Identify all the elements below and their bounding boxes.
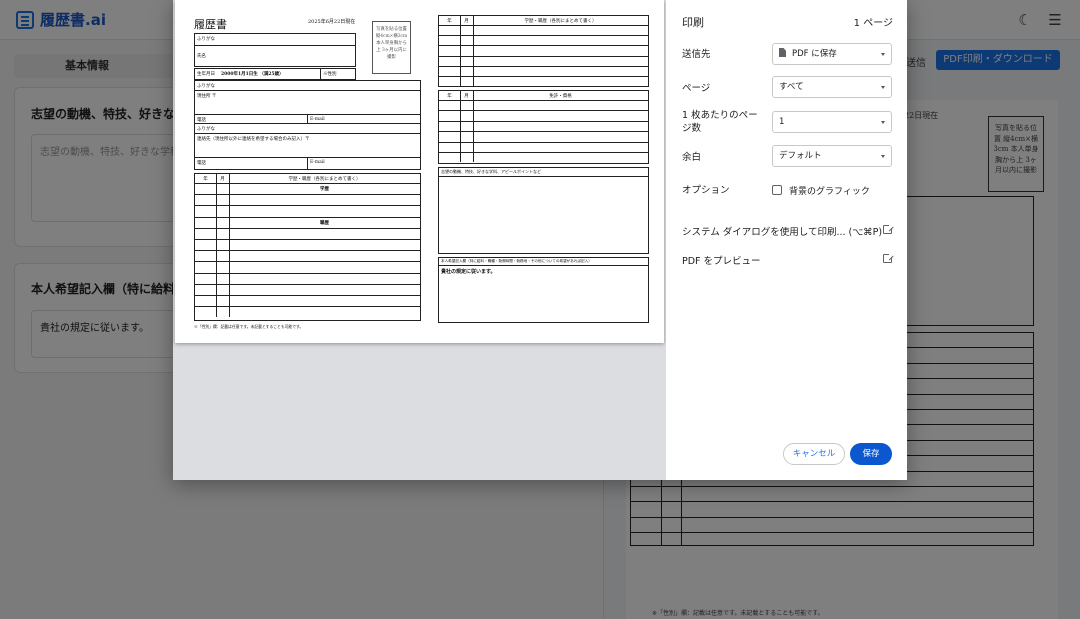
print-preview-area[interactable]: 履歴書 2025年6月22日現在 写真を貼る位置 縦4cm×横3cm 本人単身胸… (173, 0, 666, 480)
col-history-right: 学歴・職歴（各別にまとめて書く） (524, 18, 597, 24)
print-dialog: 履歴書 2025年6月22日現在 写真を貼る位置 縦4cm×横3cm 本人単身胸… (173, 0, 907, 480)
motivation-box: 志望の動機、特技、好きな学科、アピールポイントなど (438, 167, 649, 254)
pages-value: すべて (779, 82, 804, 92)
print-settings-panel: 印刷 1 ページ 送信先 PDF に保存 ページ すべて 1 枚あたりのページ数… (666, 0, 907, 480)
save-button[interactable]: 保存 (850, 443, 892, 465)
margins-select[interactable]: デフォルト (772, 145, 892, 167)
pdf-preview-text: PDF をプレビュー (682, 256, 761, 267)
margins-label: 余白 (682, 152, 702, 163)
photo-placeholder: 写真を貼る位置 縦4cm×横3cm 本人単身胸から上 3ヶ月以内に撮影 (372, 21, 411, 74)
gender-note: ※「性別」欄：記載は任意です。未記載とすることも可能です。 (194, 324, 304, 329)
open-external-icon (883, 253, 893, 263)
background-graphics-label[interactable]: 背景のグラフィック (789, 184, 870, 197)
destination-value: PDF に保存 (792, 49, 837, 59)
birth-label: 生年月日 (197, 72, 215, 77)
chevron-down-icon (881, 86, 885, 89)
gender-label: ※性別 (323, 72, 337, 77)
pages-per-sheet-label: 1 枚あたりのページ数 (682, 110, 758, 135)
name-block: ふりがな 氏名 (194, 33, 356, 67)
education-heading: 学歴 (320, 187, 329, 193)
destination-label: 送信先 (682, 49, 711, 60)
chevron-down-icon (881, 155, 885, 158)
background-graphics-checkbox[interactable] (772, 185, 782, 195)
margins-value: デフォルト (779, 151, 822, 161)
system-dialog-link[interactable]: システム ダイアログを使用して印刷... (⌥⌘P) (682, 224, 893, 238)
col-year-right: 年 (447, 18, 452, 24)
document-icon (779, 48, 786, 57)
page-count: 1 ページ (853, 18, 893, 29)
address-label: 現住所 〒 (197, 94, 217, 99)
pages-label: ページ (682, 83, 711, 94)
col-history: 学歴・職歴（各別にまとめて書く） (288, 176, 361, 182)
cancel-button[interactable]: キャンセル (783, 443, 845, 465)
open-external-icon (883, 224, 893, 234)
col-year-license: 年 (447, 93, 452, 99)
name-label: 氏名 (197, 54, 206, 59)
request-value: 貴社の規定に従います。 (441, 269, 496, 275)
contact-label: 連絡先（現住所以外に連絡を希望する場合のみ記入）〒 (197, 137, 310, 142)
furigana-label: ふりがな (197, 37, 215, 42)
pages-per-sheet-value: 1 (779, 117, 785, 127)
license-table: 年 月 免許・資格 (438, 90, 649, 164)
history-table-left: 年 月 学歴・職歴（各別にまとめて書く） 学歴 職歴 (194, 173, 421, 321)
email-label: E-mail (310, 117, 325, 122)
chevron-down-icon (881, 53, 885, 56)
col-license: 免許・資格 (549, 93, 572, 99)
pdf-preview-link[interactable]: PDF をプレビュー (682, 253, 893, 267)
system-dialog-text: システム ダイアログを使用して印刷... (⌥⌘P) (682, 227, 883, 238)
contact-email-label: E-mail (310, 160, 325, 165)
history-table-right: 年 月 学歴・職歴（各別にまとめて書く） (438, 15, 649, 87)
col-month-license: 月 (464, 93, 469, 99)
resume-date: 2025年6月22日現在 (308, 19, 356, 25)
address-furigana-label: ふりがな (197, 84, 215, 89)
print-dialog-title: 印刷 (682, 16, 704, 29)
print-preview-page: 履歴書 2025年6月22日現在 写真を貼る位置 縦4cm×横3cm 本人単身胸… (175, 0, 664, 343)
work-heading: 職歴 (320, 220, 329, 226)
col-month-right: 月 (464, 18, 469, 24)
request-box: 本人希望記入欄（特に給料・職種・勤務時間・勤務地・その他についての希望があれば記… (438, 257, 649, 323)
address-block: ふりがな 現住所 〒 電話 E-mail ふりがな 連絡先（現住所以外に連絡を希… (194, 80, 421, 170)
col-year: 年 (203, 176, 208, 182)
birth-value: 2000年1月1日生 （満25歳） (221, 72, 284, 77)
pages-per-sheet-select[interactable]: 1 (772, 111, 892, 133)
pages-select[interactable]: すべて (772, 76, 892, 98)
contact-furigana-label: ふりがな (197, 127, 215, 132)
contact-tel-label: 電話 (197, 161, 206, 166)
resume-title: 履歴書 (194, 18, 227, 31)
destination-select[interactable]: PDF に保存 (772, 43, 892, 65)
col-month: 月 (220, 176, 225, 182)
birth-row: 生年月日 2000年1月1日生 （満25歳） ※性別 (194, 68, 356, 80)
motivation-label: 志望の動機、特技、好きな学科、アピールポイントなど (441, 169, 541, 174)
request-label: 本人希望記入欄（特に給料・職種・勤務時間・勤務地・その他についての希望があれば記… (441, 259, 592, 263)
options-label: オプション (682, 185, 730, 196)
chevron-down-icon (881, 121, 885, 124)
